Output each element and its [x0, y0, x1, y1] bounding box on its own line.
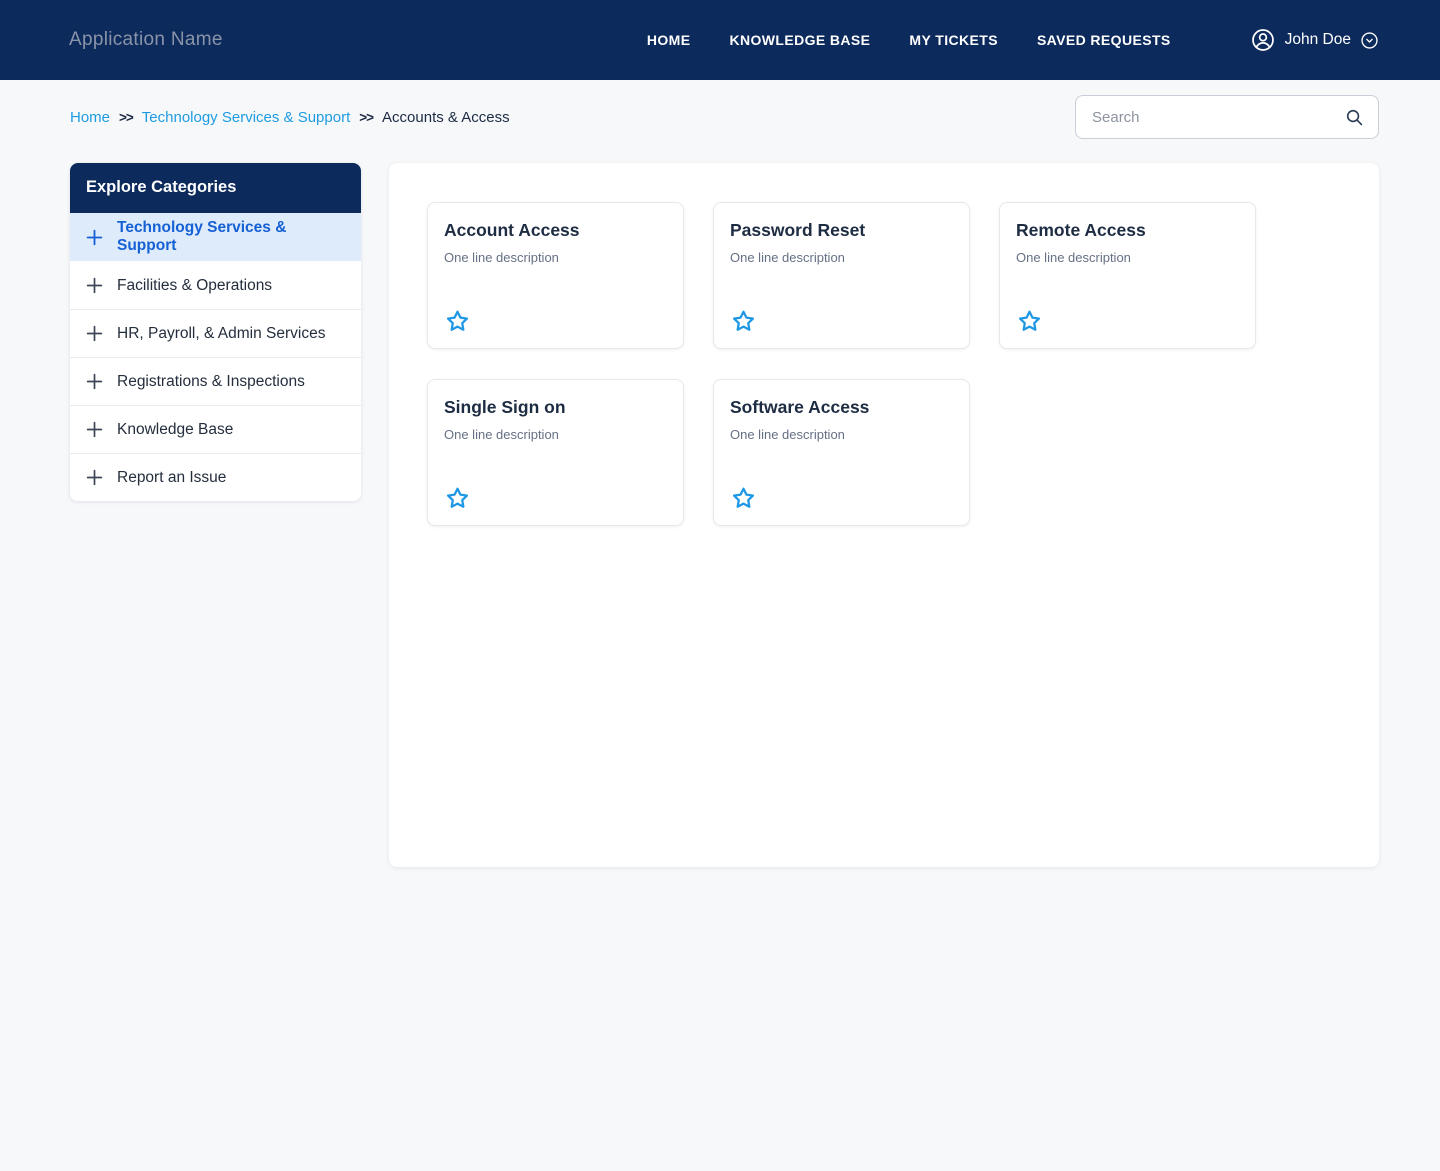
card-description: One line description	[730, 250, 845, 265]
sidebar-item-label: Report an Issue	[117, 468, 227, 486]
star-outline-icon	[730, 485, 757, 512]
star-outline-icon	[730, 308, 757, 335]
card-title: Account Access	[444, 220, 580, 240]
breadcrumb-row: Home >> Technology Services & Support >>…	[70, 95, 1379, 139]
card-software-access[interactable]: Software Access One line description	[713, 379, 970, 526]
primary-nav: HOME KNOWLEDGE BASE MY TICKETS SAVED REQ…	[647, 27, 1379, 53]
sidebar-item-label: HR, Payroll, & Admin Services	[117, 324, 326, 342]
sidebar-item-facilities-operations[interactable]: Facilities & Operations	[70, 261, 361, 309]
plus-icon	[86, 373, 103, 390]
plus-icon	[86, 229, 103, 246]
sidebar-item-hr-payroll-admin[interactable]: HR, Payroll, & Admin Services	[70, 309, 361, 357]
chevron-down-circle-icon[interactable]	[1360, 31, 1379, 50]
app-title: Application Name	[69, 29, 223, 50]
card-single-sign-on[interactable]: Single Sign on One line description	[427, 379, 684, 526]
user-circle-icon	[1250, 27, 1276, 53]
breadcrumb-current-page: Accounts & Access	[382, 108, 510, 126]
breadcrumb-tech-services-link[interactable]: Technology Services & Support	[142, 109, 350, 126]
top-navigation-bar: Application Name HOME KNOWLEDGE BASE MY …	[0, 0, 1440, 80]
breadcrumb-separator: >>	[359, 109, 374, 125]
card-title: Password Reset	[730, 220, 866, 240]
user-name: John Doe	[1284, 31, 1351, 48]
nav-saved-requests[interactable]: SAVED REQUESTS	[1037, 32, 1171, 48]
sidebar-title: Explore Categories	[70, 163, 361, 213]
search-box	[1075, 95, 1379, 139]
card-title: Software Access	[730, 397, 870, 417]
nav-knowledge-base[interactable]: KNOWLEDGE BASE	[729, 32, 870, 48]
favorite-button[interactable]	[730, 308, 758, 335]
nav-my-tickets[interactable]: MY TICKETS	[909, 32, 998, 48]
breadcrumb-separator: >>	[119, 109, 134, 125]
service-card-grid: Account Access One line description Pass…	[427, 202, 1341, 526]
plus-icon	[86, 469, 103, 486]
user-menu[interactable]: John Doe	[1250, 27, 1379, 53]
favorite-button[interactable]	[1016, 308, 1044, 335]
nav-home[interactable]: HOME	[647, 32, 691, 48]
search-input[interactable]	[1092, 108, 1343, 126]
plus-icon	[86, 277, 103, 294]
card-title: Single Sign on	[444, 397, 566, 417]
sidebar-item-registrations-inspections[interactable]: Registrations & Inspections	[70, 357, 361, 405]
card-description: One line description	[444, 427, 559, 442]
sidebar-item-label: Knowledge Base	[117, 420, 234, 438]
sidebar-item-technology-services[interactable]: Technology Services & Support	[70, 213, 361, 261]
breadcrumb-home-link[interactable]: Home	[70, 109, 110, 126]
favorite-button[interactable]	[730, 485, 758, 512]
sidebar-item-label: Facilities & Operations	[117, 276, 273, 294]
star-outline-icon	[1016, 308, 1043, 335]
plus-icon	[86, 421, 103, 438]
services-panel: Account Access One line description Pass…	[389, 163, 1379, 867]
card-description: One line description	[444, 250, 559, 265]
categories-sidebar: Explore Categories Technology Services &…	[70, 163, 361, 501]
sidebar-item-label: Registrations & Inspections	[117, 372, 305, 390]
sidebar-item-report-an-issue[interactable]: Report an Issue	[70, 453, 361, 501]
sidebar-item-label: Technology Services & Support	[117, 219, 287, 254]
search-icon	[1343, 106, 1366, 129]
favorite-button[interactable]	[444, 308, 472, 335]
card-description: One line description	[1016, 250, 1131, 265]
favorite-button[interactable]	[444, 485, 472, 512]
card-remote-access[interactable]: Remote Access One line description	[999, 202, 1256, 349]
card-password-reset[interactable]: Password Reset One line description	[713, 202, 970, 349]
card-title: Remote Access	[1016, 220, 1146, 240]
star-outline-icon	[444, 308, 471, 335]
card-description: One line description	[730, 427, 845, 442]
sidebar-item-knowledge-base[interactable]: Knowledge Base	[70, 405, 361, 453]
plus-icon	[86, 325, 103, 342]
breadcrumb: Home >> Technology Services & Support >>…	[70, 109, 510, 126]
card-account-access[interactable]: Account Access One line description	[427, 202, 684, 349]
search-button[interactable]	[1343, 106, 1366, 129]
star-outline-icon	[444, 485, 471, 512]
